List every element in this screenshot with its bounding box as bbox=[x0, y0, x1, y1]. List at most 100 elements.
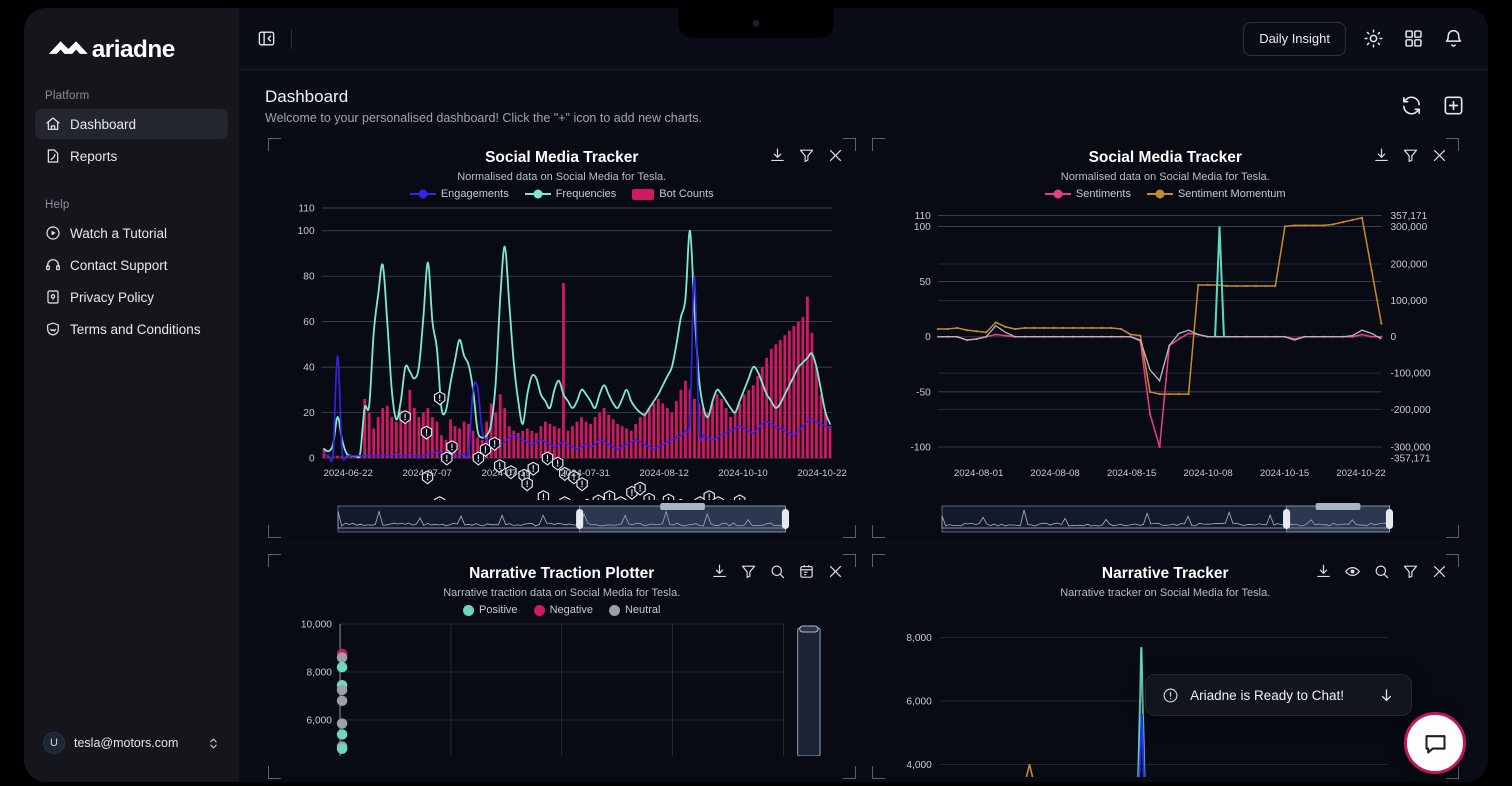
svg-text:100: 100 bbox=[298, 226, 315, 237]
legend-item-sentiment-momentum[interactable]: Sentiment Momentum bbox=[1147, 188, 1286, 200]
theme-toggle-button[interactable] bbox=[1360, 26, 1386, 52]
legend-item-frequencies[interactable]: Frequencies bbox=[525, 188, 617, 200]
panel-social-media-tracker-2: Social Media Tracker Normalised data on … bbox=[869, 135, 1463, 541]
sidebar-item-reports[interactable]: Reports bbox=[35, 141, 228, 171]
svg-text:ariadne: ariadne bbox=[92, 36, 175, 63]
notifications-button[interactable] bbox=[1440, 26, 1466, 52]
download-button[interactable] bbox=[711, 562, 729, 580]
legend-item-neutral[interactable]: Neutral bbox=[609, 604, 660, 616]
sidebar-item-terms-and-conditions-label: Terms and Conditions bbox=[70, 322, 201, 337]
legend-label: Engagements bbox=[441, 188, 509, 200]
sidebar-item-terms-and-conditions[interactable]: Terms and Conditions bbox=[35, 314, 228, 344]
close-button[interactable] bbox=[1430, 146, 1448, 164]
legend-label: Positive bbox=[479, 604, 518, 616]
page-subtitle: Welcome to your personalised dashboard! … bbox=[265, 111, 1398, 125]
svg-text:2024-10-22: 2024-10-22 bbox=[1336, 468, 1385, 479]
svg-text:4,000: 4,000 bbox=[906, 760, 932, 771]
panel-subtitle: Narrative tracker on Social Media for Te… bbox=[881, 587, 1451, 599]
filter-button[interactable] bbox=[798, 146, 816, 164]
panel-toolbar bbox=[711, 562, 845, 580]
chart-plot-area[interactable]: 10,000 8,000 6,000 bbox=[277, 616, 847, 756]
svg-text:-100,000: -100,000 bbox=[1390, 369, 1431, 380]
range-slider[interactable] bbox=[277, 502, 847, 536]
sidebar-item-privacy-policy[interactable]: Privacy Policy bbox=[35, 282, 228, 312]
download-button[interactable] bbox=[1314, 562, 1332, 580]
legend-swatch bbox=[534, 605, 545, 616]
filter-button[interactable] bbox=[1401, 562, 1419, 580]
sidebar-item-contact-support[interactable]: Contact Support bbox=[35, 250, 228, 280]
legend-label: Bot Counts bbox=[659, 188, 713, 200]
daily-insight-button[interactable]: Daily Insight bbox=[1243, 22, 1346, 56]
svg-text:2024-06-22: 2024-06-22 bbox=[323, 468, 372, 479]
page-actions bbox=[1398, 86, 1466, 118]
panel-subtitle: Narrative traction data on Social Media … bbox=[277, 587, 847, 599]
download-button[interactable] bbox=[769, 146, 787, 164]
legend-swatch bbox=[463, 605, 474, 616]
apps-button[interactable] bbox=[1400, 26, 1426, 52]
sidebar-item-watch-a-tutorial[interactable]: Watch a Tutorial bbox=[35, 218, 228, 248]
legend-item-negative[interactable]: Negative bbox=[534, 604, 593, 616]
svg-text:2024-10-22: 2024-10-22 bbox=[797, 468, 846, 479]
panel-subtitle: Normalised data on Social Media for Tesl… bbox=[277, 171, 847, 183]
filter-button[interactable] bbox=[1401, 146, 1419, 164]
device-notch bbox=[678, 8, 834, 38]
chat-toast[interactable]: Ariadne is Ready to Chat! bbox=[1145, 674, 1412, 716]
panel-subtitle: Normalised data on Social Media for Tesl… bbox=[881, 171, 1451, 183]
topbar-actions: Daily Insight bbox=[1243, 22, 1466, 56]
svg-text:2024-07-07: 2024-07-07 bbox=[402, 468, 451, 479]
chart-legend: Positive Negative Neutral bbox=[277, 604, 847, 616]
legend-item-sentiments[interactable]: Sentiments bbox=[1045, 188, 1131, 200]
legend-item-engagements[interactable]: Engagements bbox=[410, 188, 509, 200]
page-titles: Dashboard Welcome to your personalised d… bbox=[265, 86, 1398, 125]
refresh-dashboard-button[interactable] bbox=[1398, 92, 1424, 118]
close-button[interactable] bbox=[827, 146, 845, 164]
legend-swatch bbox=[525, 193, 551, 195]
range-slider[interactable] bbox=[881, 502, 1451, 536]
filter-icon bbox=[1402, 563, 1419, 580]
chat-toast-dismiss-button[interactable] bbox=[1377, 686, 1395, 704]
main-content: Daily Insight Dashboard Welcome to your … bbox=[239, 8, 1488, 782]
legend-label: Negative bbox=[550, 604, 593, 616]
legend-swatch bbox=[1147, 193, 1173, 195]
svg-text:40: 40 bbox=[303, 363, 315, 374]
svg-text:200,000: 200,000 bbox=[1390, 260, 1427, 271]
brand-logo[interactable]: ariadne bbox=[35, 8, 228, 86]
filter-button[interactable] bbox=[740, 562, 758, 580]
calendar-button[interactable] bbox=[798, 562, 816, 580]
home-icon bbox=[45, 116, 61, 132]
chevron-up-down-icon bbox=[207, 737, 220, 750]
search-button[interactable] bbox=[1372, 562, 1390, 580]
legend-item-bot-counts[interactable]: Bot Counts bbox=[632, 188, 713, 200]
user-account-switcher[interactable]: U tesla@motors.com bbox=[35, 724, 228, 762]
chart-plot-area[interactable]: -100 -50 0 50 100 110 357,171 300,000 200,000 100… bbox=[881, 200, 1451, 500]
visibility-button[interactable] bbox=[1343, 562, 1361, 580]
legend-item-positive[interactable]: Positive bbox=[463, 604, 518, 616]
search-button[interactable] bbox=[769, 562, 787, 580]
arrow-down-icon bbox=[1378, 687, 1395, 704]
close-button[interactable] bbox=[1430, 562, 1448, 580]
close-button[interactable] bbox=[827, 562, 845, 580]
eye-icon bbox=[1344, 563, 1361, 580]
panel-corner bbox=[843, 766, 856, 779]
panel-narrative-tracker: Narrative Tracker Narrative tracker on S… bbox=[869, 551, 1463, 782]
sidebar-item-dashboard[interactable]: Dashboard bbox=[35, 109, 228, 139]
chat-bubble-icon bbox=[1422, 730, 1449, 757]
download-button[interactable] bbox=[1372, 146, 1390, 164]
download-icon bbox=[1315, 563, 1332, 580]
add-chart-button[interactable] bbox=[1440, 92, 1466, 118]
svg-text:100,000: 100,000 bbox=[1390, 296, 1427, 307]
report-icon bbox=[45, 148, 61, 164]
svg-text:2024-08-12: 2024-08-12 bbox=[639, 468, 688, 479]
sidebar-collapse-button[interactable] bbox=[253, 26, 279, 52]
sidebar-footer: U tesla@motors.com bbox=[35, 714, 228, 782]
play-circle-icon bbox=[45, 225, 61, 241]
chart-legend: Sentiments Sentiment Momentum bbox=[881, 188, 1451, 200]
chat-toast-text: Ariadne is Ready to Chat! bbox=[1190, 688, 1344, 703]
headset-icon bbox=[45, 257, 61, 273]
sidebar-spacer bbox=[35, 173, 228, 195]
svg-text:2024-10-15: 2024-10-15 bbox=[1259, 468, 1308, 479]
chart-plot-area[interactable]: 0 20 40 60 80 100 110 2024-06-22 2024-07-07 2024-… bbox=[277, 200, 847, 500]
chat-fab-button[interactable] bbox=[1404, 712, 1466, 774]
panel-title: Social Media Tracker bbox=[881, 144, 1451, 168]
panel-social-media-tracker-1: Social Media Tracker Normalised data on … bbox=[265, 135, 859, 541]
